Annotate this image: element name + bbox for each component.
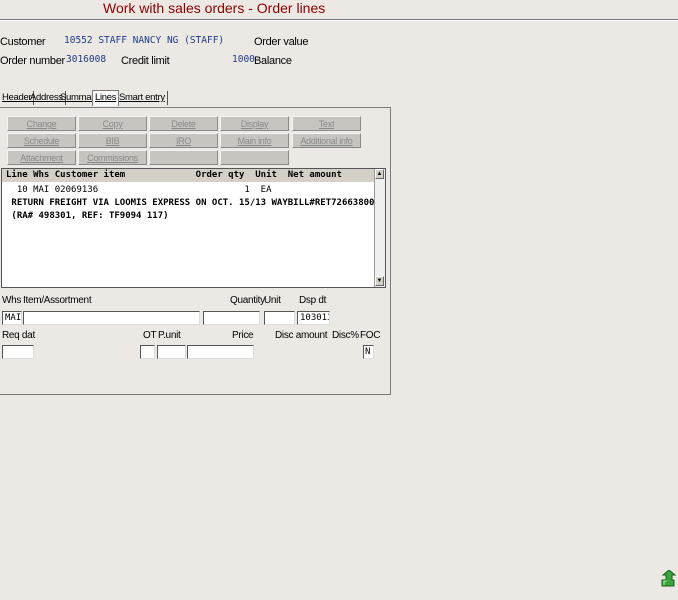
- green-arrow-icon[interactable]: [660, 569, 677, 588]
- punit-label: P.unit: [158, 330, 181, 341]
- unit-field[interactable]: [264, 311, 295, 325]
- disc-amount-label: Disc amount: [275, 330, 328, 341]
- whs-field[interactable]: MAI: [2, 311, 22, 325]
- tab-smart-entry[interactable]: Smart entry: [117, 91, 168, 105]
- blank-button[interactable]: [220, 150, 289, 165]
- blank-button[interactable]: [149, 150, 218, 165]
- item-field[interactable]: [23, 311, 200, 325]
- page-title: Work with sales orders - Order lines: [103, 0, 326, 16]
- foc-field[interactable]: N: [363, 345, 374, 359]
- credit-limit-label: Credit limit: [121, 55, 170, 67]
- quantity-field[interactable]: [203, 311, 260, 325]
- display-button[interactable]: Display: [220, 116, 289, 131]
- scroll-down-arrow-icon[interactable]: ▼: [375, 276, 384, 286]
- customer-value: 10552 STAFF NANCY NG (STAFF): [64, 35, 225, 46]
- dsp-dt-field[interactable]: 103013: [297, 311, 330, 325]
- iro-button[interactable]: IRO: [149, 133, 218, 148]
- text-button[interactable]: Text: [292, 116, 361, 131]
- attachment-button[interactable]: Attachment: [7, 150, 76, 165]
- delete-button[interactable]: Delete: [149, 116, 218, 131]
- credit-limit-value: 1000: [232, 54, 255, 65]
- main-info-button[interactable]: Main info: [220, 133, 289, 148]
- order-lines-grid[interactable]: Line Whs Customer item Order qty Unit Ne…: [1, 168, 386, 288]
- bib-button[interactable]: BIB: [78, 133, 147, 148]
- price-label: Price: [232, 330, 254, 341]
- order-number-value: 3016008: [66, 54, 107, 65]
- customer-label: Customer: [0, 36, 46, 48]
- order-number-label: Order number: [0, 55, 65, 67]
- disc-pct-label: Disc%: [332, 330, 359, 341]
- ot-field[interactable]: [140, 345, 155, 359]
- grid-row-line[interactable]: 10 MAI 02069136 1 EA: [6, 184, 272, 196]
- order-value-label: Order value: [254, 36, 309, 48]
- schedule-button[interactable]: Schedule: [7, 133, 76, 148]
- tab-lines[interactable]: Lines: [92, 90, 120, 106]
- ot-label: OT: [143, 330, 157, 341]
- price-field[interactable]: [187, 345, 254, 359]
- balance-label: Balance: [254, 55, 292, 67]
- scroll-up-arrow-icon[interactable]: ▲: [375, 169, 384, 179]
- grid-header-text: Line Whs Customer item Order qty Unit Ne…: [6, 170, 342, 180]
- unit-label: Unit: [264, 295, 281, 306]
- punit-field[interactable]: [157, 345, 186, 359]
- change-button[interactable]: Change: [7, 116, 76, 131]
- whs-label: Whs: [2, 295, 22, 306]
- req-dat-label: Req dat: [2, 330, 35, 341]
- copy-button[interactable]: Copy: [78, 116, 147, 131]
- item-assortment-label: Item/Assortment: [23, 295, 92, 306]
- dsp-dt-label: Dsp dt: [299, 295, 327, 306]
- grid-header: Line Whs Customer item Order qty Unit Ne…: [2, 169, 376, 182]
- grid-scrollbar[interactable]: ▲ ▼: [374, 169, 385, 287]
- title-divider: [0, 19, 678, 21]
- grid-row-text[interactable]: RETURN FREIGHT VIA LOOMIS EXPRESS ON OCT…: [6, 197, 379, 209]
- additional-info-button[interactable]: Additional info: [292, 133, 361, 148]
- foc-label: FOC: [360, 330, 381, 341]
- grid-row-text[interactable]: (RA# 498301, REF: TF9094 117): [6, 210, 168, 222]
- commissions-button[interactable]: Commissions: [78, 150, 147, 165]
- req-dat-field[interactable]: [2, 345, 34, 359]
- quantity-label: Quantity: [230, 295, 265, 306]
